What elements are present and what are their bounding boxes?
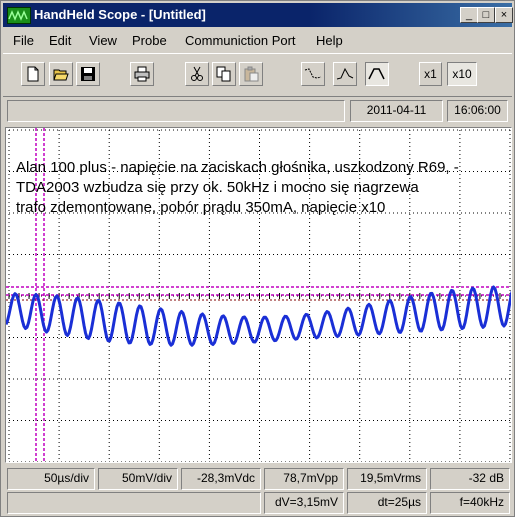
trigger-rising-icon (336, 67, 354, 80)
vrms-readout: 19,5mVrms (347, 468, 427, 490)
maximize-button[interactable]: □ (477, 7, 495, 23)
copy-icon (216, 66, 231, 82)
menu-probe[interactable]: Probe (132, 33, 167, 48)
trigger-falling-button[interactable] (301, 62, 325, 86)
minimize-button[interactable]: _ (460, 7, 478, 23)
status-time: 16:06:00 (447, 100, 508, 122)
menu-communication-port[interactable]: Communiction Port (185, 33, 296, 48)
cursor-status-blank (7, 492, 261, 514)
print-icon (134, 66, 150, 82)
window-title: HandHeld Scope - [Untitled] (34, 7, 206, 22)
paste-icon (244, 66, 259, 82)
volts-div-readout: 50mV/div (98, 468, 178, 490)
paste-button[interactable] (239, 62, 263, 86)
vdc-readout: -28,3mVdc (181, 468, 261, 490)
save-disk-icon (81, 67, 95, 81)
dt-readout: dt=25µs (347, 492, 427, 514)
open-button[interactable] (49, 62, 73, 86)
copy-button[interactable] (212, 62, 236, 86)
menu-edit[interactable]: Edit (49, 33, 71, 48)
probe-x1-button[interactable]: x1 (419, 62, 442, 86)
toolbar: x1 x10 (3, 53, 512, 97)
trigger-rising-button[interactable] (333, 62, 357, 86)
print-button[interactable] (130, 62, 154, 86)
vpp-readout: 78,7mVpp (264, 468, 344, 490)
new-button[interactable] (21, 62, 45, 86)
db-readout: -32 dB (430, 468, 510, 490)
title-bar[interactable]: HandHeld Scope - [Untitled] _ □ × (3, 3, 513, 27)
menu-view[interactable]: View (89, 33, 117, 48)
open-folder-icon (53, 69, 69, 81)
trigger-auto-icon (368, 68, 385, 80)
status-message (7, 100, 345, 122)
new-file-icon (27, 66, 39, 82)
annotation-line-2: TDA2003 wzbudza się przy ok. 50kHz i moc… (16, 179, 419, 196)
close-button[interactable]: × (495, 7, 513, 23)
dv-readout: dV=3,15mV (264, 492, 344, 514)
freq-readout: f=40kHz (430, 492, 510, 514)
cut-icon (191, 66, 203, 81)
save-button[interactable] (76, 62, 100, 86)
trigger-auto-button[interactable] (365, 62, 389, 86)
scope-display[interactable]: Alan 100 plus - napięcie na zaciskach gł… (5, 127, 512, 463)
menu-file[interactable]: File (13, 33, 34, 48)
status-date: 2011-04-11 (350, 100, 443, 122)
cut-button[interactable] (185, 62, 209, 86)
scope-annotation: Alan 100 plus - napięcie na zaciskach gł… (16, 158, 506, 218)
annotation-line-3: trafo zdemontowane, pobór prądu 350mA, n… (16, 199, 386, 216)
annotation-line-1: Alan 100 plus - napięcie na zaciskach gł… (16, 159, 459, 176)
scope-app-icon (7, 7, 31, 24)
menu-help[interactable]: Help (316, 33, 343, 48)
trigger-falling-icon (304, 68, 322, 79)
timebase-readout: 50µs/div (7, 468, 95, 490)
probe-x10-button[interactable]: x10 (447, 62, 477, 86)
app-window: HandHeld Scope - [Untitled] _ □ × File E… (0, 0, 515, 517)
menu-bar: File Edit View Probe Communiction Port H… (3, 29, 512, 51)
